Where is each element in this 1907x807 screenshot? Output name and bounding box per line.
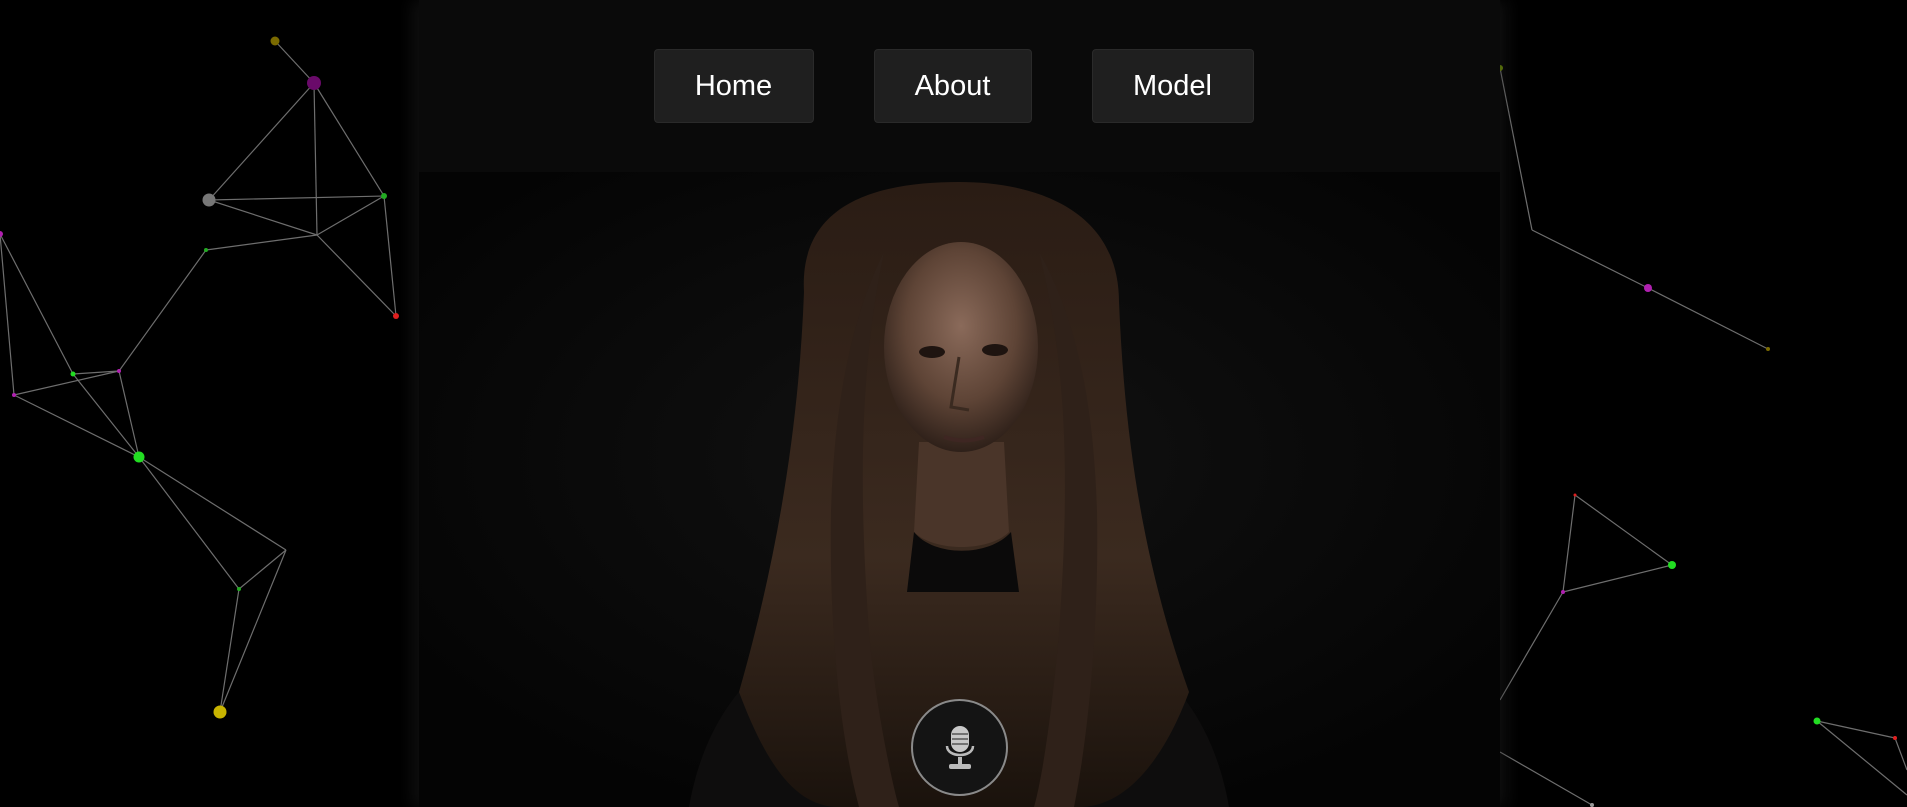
microphone-button[interactable] (911, 699, 1008, 796)
nav-home-button[interactable]: Home (653, 49, 814, 123)
nav-model-button[interactable]: Model (1091, 49, 1254, 123)
nav-about-button[interactable]: About (873, 49, 1032, 123)
top-navigation: Home About Model (0, 49, 1907, 123)
microphone-icon (945, 725, 974, 769)
